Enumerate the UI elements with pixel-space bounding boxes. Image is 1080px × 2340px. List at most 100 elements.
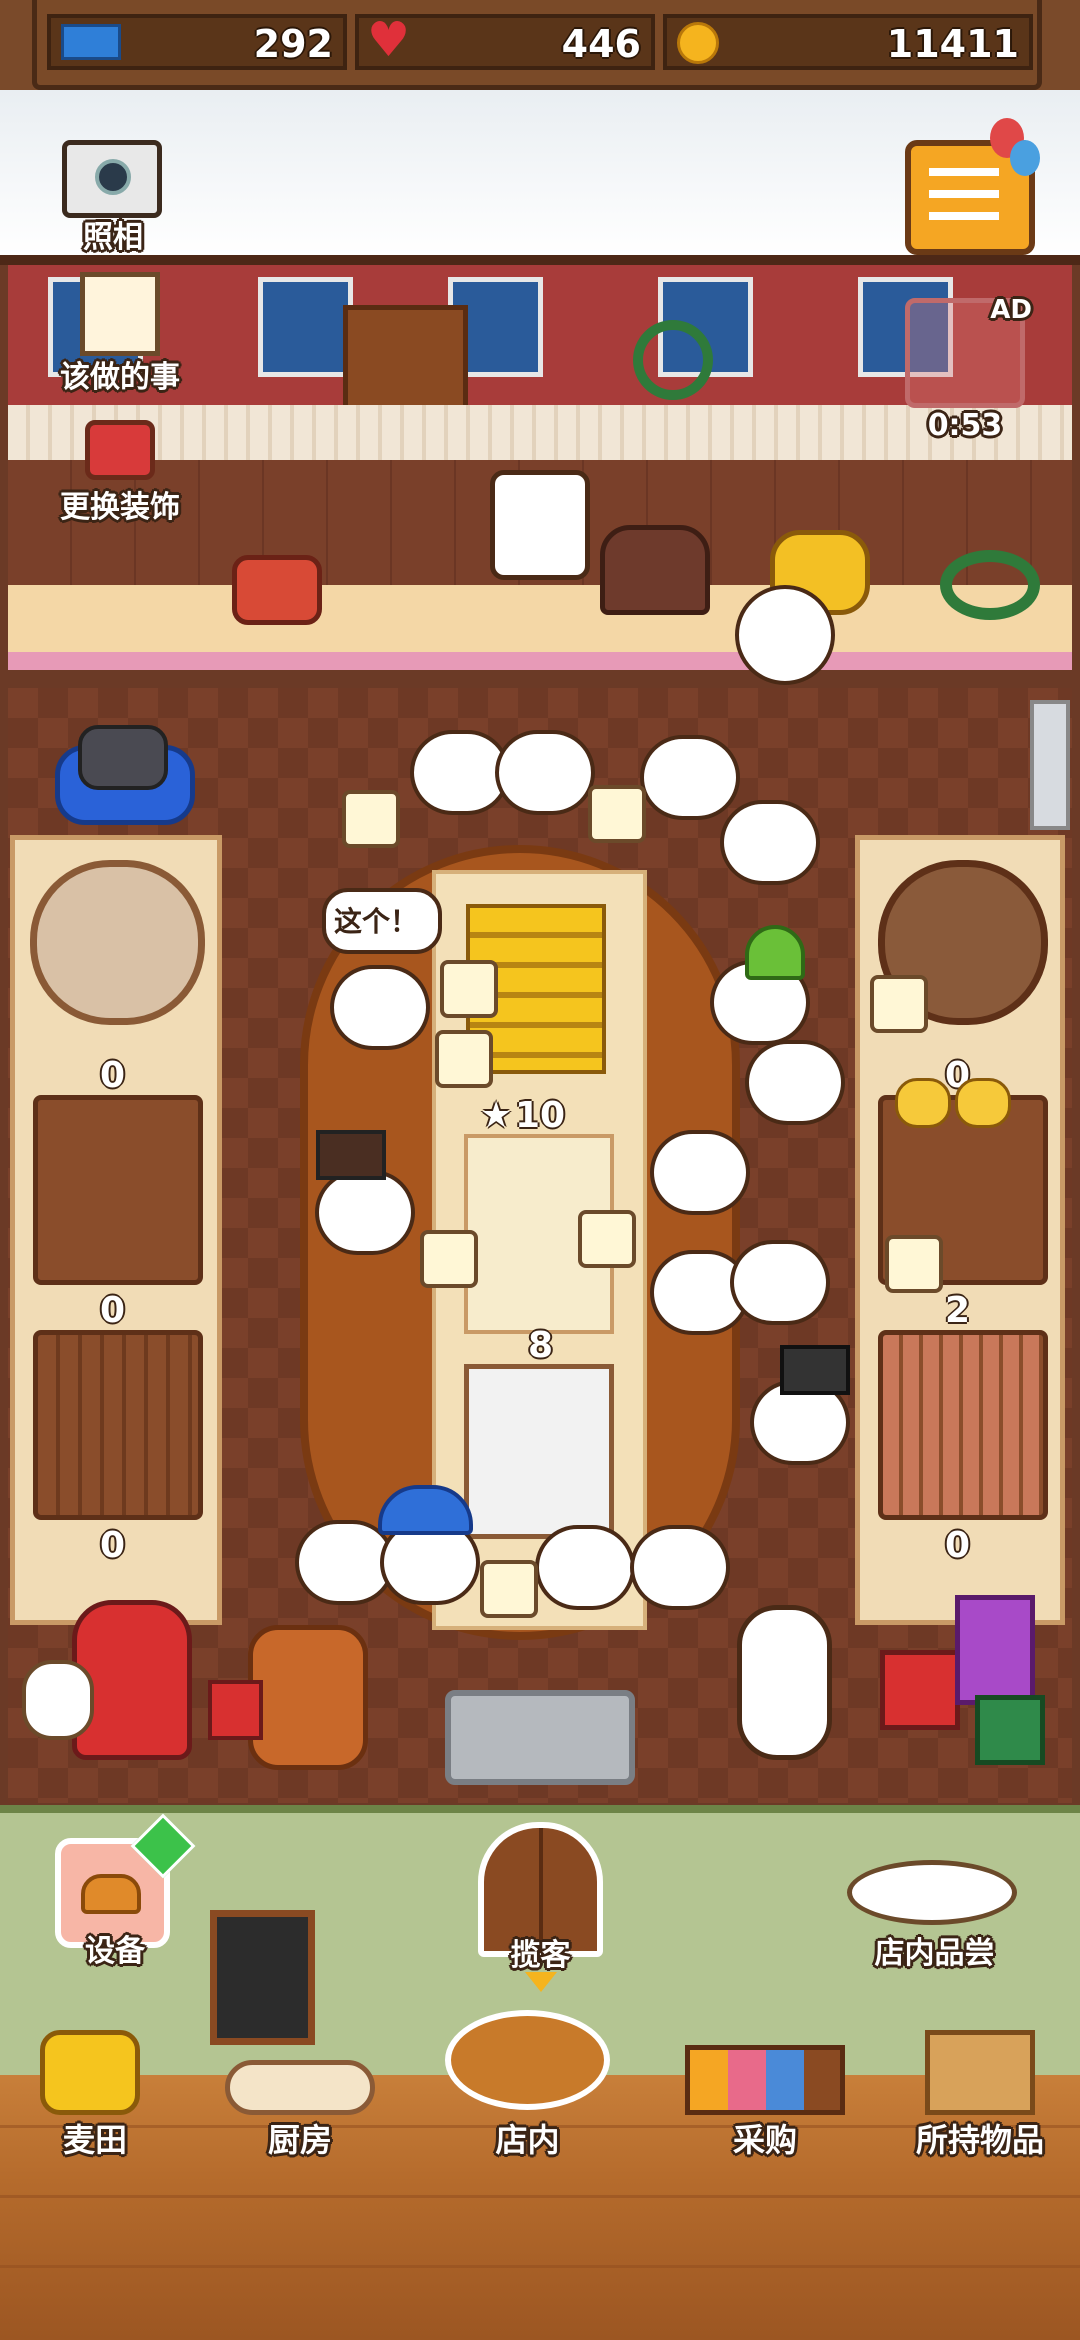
counter [8, 585, 1072, 670]
wreath-icon [633, 320, 713, 400]
plate-icon [870, 975, 928, 1033]
reindeer-baker [490, 470, 590, 580]
sandwich-count: 10 [515, 1095, 566, 1136]
plate-icon [342, 790, 400, 848]
stock-count: 2 [945, 1290, 971, 1331]
stock-count: 0 [100, 1290, 126, 1331]
plate-icon [885, 1235, 943, 1293]
plate-icon [440, 960, 498, 1018]
plate-icon [435, 1030, 493, 1088]
menu-chalkboard [210, 1910, 315, 2045]
sheep-customer [630, 1525, 730, 1610]
ad-badge: AD [990, 295, 1032, 325]
stock-count: 0 [100, 1055, 126, 1096]
equipment-label: 设备 [85, 1934, 145, 1969]
invite-button[interactable]: 揽客 [468, 1822, 613, 2012]
dough-icon [225, 2060, 375, 2115]
sheep-customer [745, 1040, 845, 1125]
speech-text: 这个！ [334, 905, 419, 938]
left-table-column [10, 835, 222, 1625]
reindeer-figure [248, 1625, 368, 1770]
nav-inventory[interactable]: 所持物品 [895, 2030, 1065, 2170]
sheep-customer [315, 1170, 415, 1255]
ticket-counter: 292 [47, 14, 347, 70]
muffin-icon [955, 1078, 1011, 1128]
nav-shop-floor[interactable]: 店内 [440, 2010, 615, 2170]
sheep-customer [495, 730, 595, 815]
nav-label: 店内 [495, 2121, 560, 2159]
table-slot[interactable] [33, 1095, 203, 1285]
nav-kitchen[interactable]: 厨房 [215, 2030, 385, 2170]
sheep-customer [640, 735, 740, 820]
gift-icon [975, 1695, 1045, 1765]
tasting-button[interactable]: 店内品尝 [842, 1830, 1027, 1971]
heart-icon: ♥ [367, 12, 411, 68]
plate-icon [420, 1230, 478, 1288]
cat-icon [78, 725, 168, 790]
resource-bar: 292 ♥ 446 11411 [32, 0, 1042, 90]
camera-icon [62, 140, 162, 218]
star-icon: ★ [480, 1095, 513, 1136]
drink-count: 8 [528, 1325, 554, 1366]
nav-label: 厨房 [267, 2121, 332, 2159]
sheep-customer [735, 585, 835, 685]
balloon-icon [1010, 140, 1040, 176]
wheat-icon [40, 2030, 140, 2115]
window [258, 277, 353, 377]
camera-button[interactable]: 照相 [62, 140, 164, 255]
drink-dispenser[interactable] [464, 1364, 614, 1539]
gift-sack [22, 1660, 94, 1740]
plate-icon [588, 785, 646, 843]
bread-loaf [600, 525, 710, 615]
table-slot[interactable] [33, 1330, 203, 1520]
tasting-label: 店内品尝 [874, 1936, 995, 1971]
nav-label: 采购 [732, 2121, 797, 2159]
stock-count: 0 [100, 1525, 126, 1566]
coin-value: 11411 [886, 22, 1019, 66]
heart-value: 446 [561, 22, 641, 66]
candle-wreath [940, 550, 1040, 620]
ticket-value: 292 [253, 22, 333, 66]
nav-wheat-field[interactable]: 麦田 [30, 2030, 160, 2170]
snowman-figure [737, 1605, 832, 1760]
coin-icon [677, 22, 719, 64]
top-hat-icon [316, 1130, 386, 1180]
todo-label: 该做的事 [60, 360, 180, 395]
nav-label: 所持物品 [915, 2121, 1044, 2159]
gift-icon [208, 1680, 263, 1740]
ad-tv-button[interactable]: AD [905, 295, 1032, 408]
shop-stalls-icon [685, 2045, 845, 2115]
decorate-button[interactable]: 更换装饰 [40, 410, 200, 530]
sheep-customer [720, 800, 820, 885]
round-table[interactable] [30, 860, 205, 1025]
current-location-arrow-icon [525, 1972, 557, 1992]
todo-button[interactable]: 该做的事 [40, 272, 200, 395]
ad-timer: 0:53 [927, 408, 1003, 443]
invite-label: 揽客 [510, 1938, 571, 1973]
plate-icon [480, 1560, 538, 1618]
sheep-customer [730, 1240, 830, 1325]
ticket-icon [61, 24, 121, 60]
nav-label: 麦田 [62, 2121, 127, 2159]
door-edge [1030, 700, 1070, 830]
muffin-icon [895, 1078, 951, 1128]
gift-icon [880, 1650, 960, 1730]
heart-counter: ♥ 446 [355, 12, 655, 70]
nav-purchase[interactable]: 采购 [670, 2030, 860, 2170]
plate-icon [578, 1210, 636, 1268]
tasting-plate-icon [847, 1860, 1017, 1925]
table-slot[interactable] [878, 1330, 1048, 1520]
top-hat-icon [780, 1345, 850, 1395]
stock-count: 0 [945, 1525, 971, 1566]
box-icon [925, 2030, 1035, 2115]
entrance-mat [445, 1690, 635, 1785]
hat-icon [745, 925, 805, 980]
paintbrush-icon [85, 420, 155, 480]
speech-bubble: 这个！ [322, 888, 442, 954]
equipment-button[interactable]: 设备 [55, 1813, 196, 1969]
telephone-icon [232, 555, 322, 625]
camera-label: 照相 [83, 220, 143, 255]
right-table-column [855, 835, 1065, 1625]
clipboard-icon [80, 272, 160, 356]
coin-counter: 11411 [663, 14, 1033, 70]
